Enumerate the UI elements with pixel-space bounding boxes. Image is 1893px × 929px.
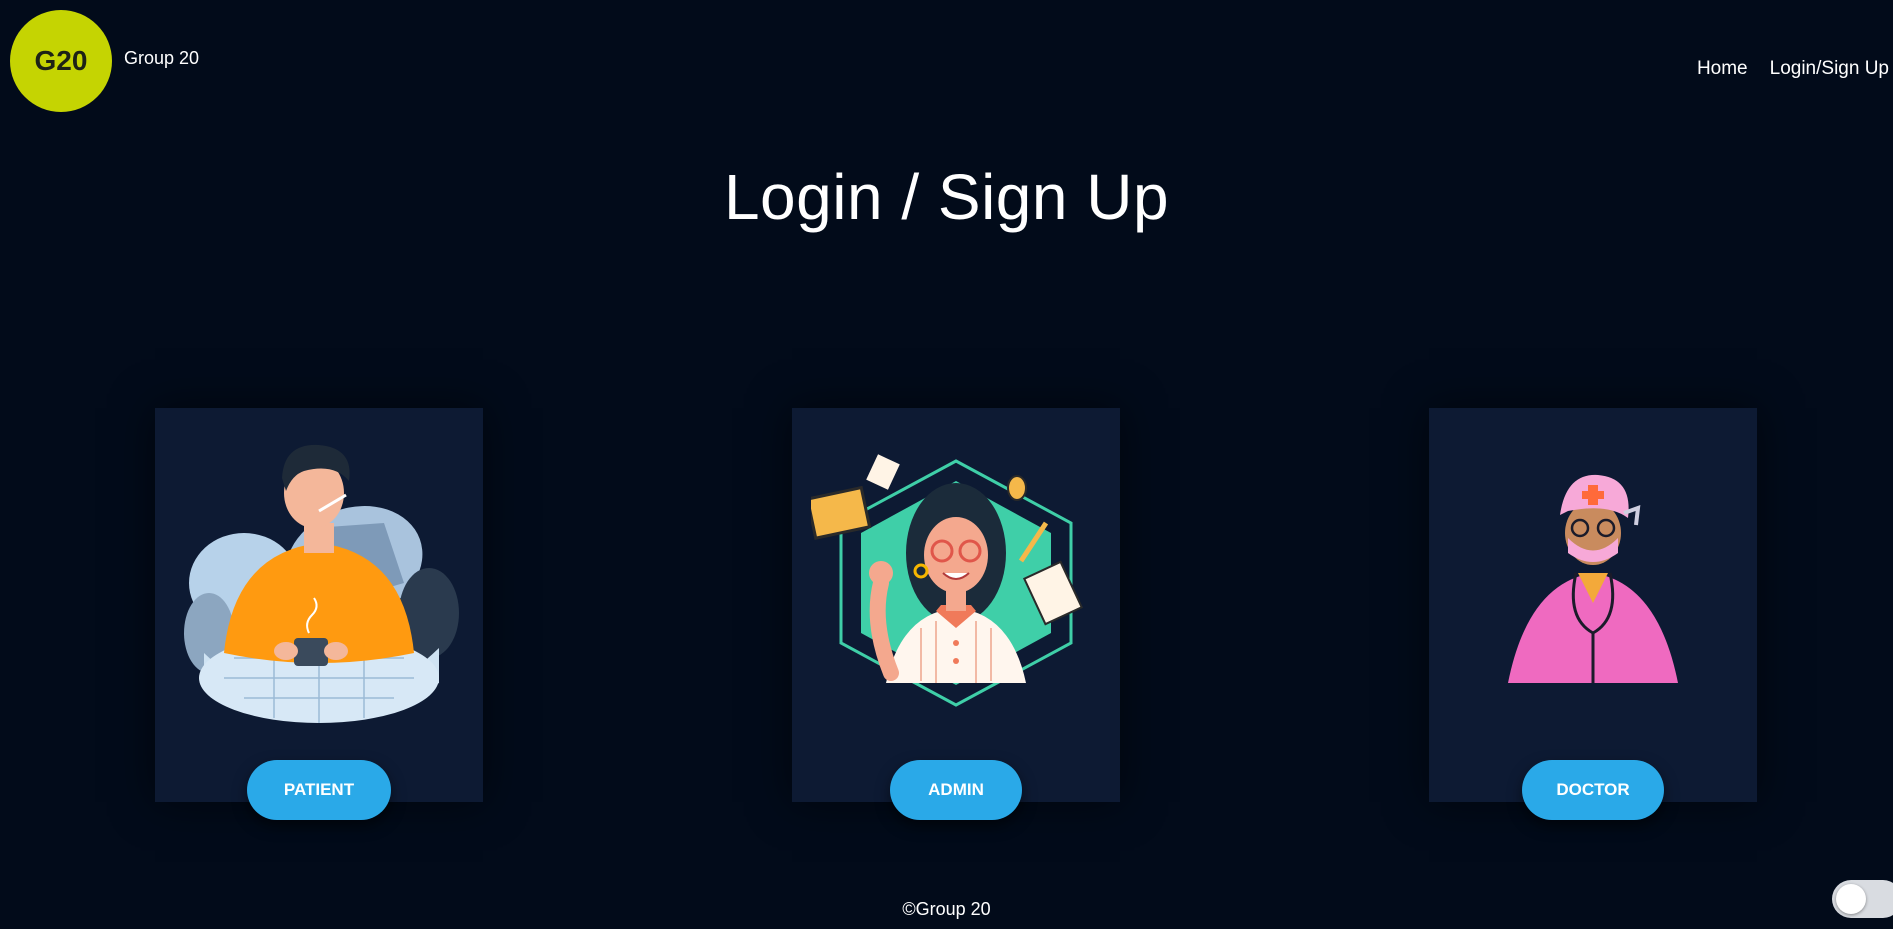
admin-card: ADMIN (792, 408, 1120, 820)
theme-toggle[interactable] (1832, 880, 1893, 918)
logo[interactable]: G20 (10, 10, 112, 112)
brand-name: Group 20 (124, 48, 200, 68)
doctor-card: DOCTOR (1429, 408, 1757, 820)
logo-text: G20 (34, 45, 88, 76)
toggle-knob (1836, 884, 1866, 914)
patient-card: PATIENT (155, 408, 483, 820)
nav-home-link[interactable]: Home (1697, 58, 1748, 80)
doctor-nurse-illustration (1429, 428, 1757, 728)
patient-button[interactable]: PATIENT (247, 760, 391, 820)
page-title: Login / Sign Up (723, 161, 1170, 233)
admin-button[interactable]: ADMIN (890, 760, 1022, 820)
admin-woman-illustration (792, 428, 1120, 728)
nav-login-link[interactable]: Login/Sign Up (1770, 58, 1889, 80)
footer-copyright: ©Group 20 (902, 899, 991, 919)
doctor-button[interactable]: DOCTOR (1522, 760, 1664, 820)
sick-patient-illustration (155, 428, 483, 728)
top-nav: Home Login/Sign Up (1697, 58, 1889, 80)
page: G20 Group 20 Home Login/Sign Up Login / … (0, 0, 1893, 929)
